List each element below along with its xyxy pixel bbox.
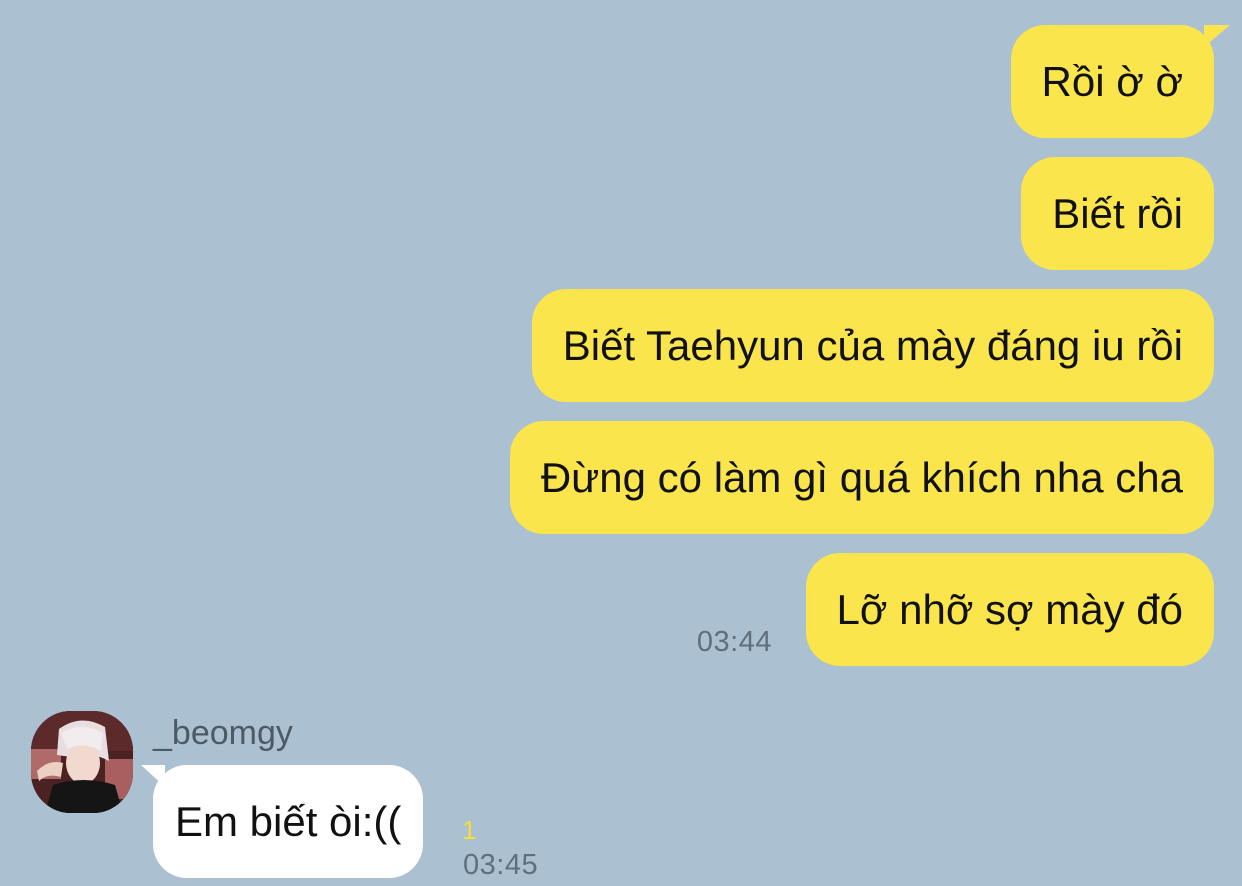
chat-area[interactable]: Rồi ờ ờ Biết rồi Biết Taehyun của mày đá… [0, 0, 1242, 886]
outgoing-message-bubble[interactable]: Lỡ nhỡ sợ mày đó [805, 553, 1214, 666]
avatar-image [31, 711, 133, 813]
incoming-message-bubble[interactable]: Em biết òi:(( [140, 765, 424, 878]
outgoing-message-bubble[interactable]: Biết rồi [1021, 157, 1214, 270]
unread-count: 1 [462, 815, 477, 845]
sender-avatar[interactable] [31, 711, 133, 813]
sender-name: _beomgy [153, 714, 293, 752]
outgoing-message-bubble[interactable]: Đừng có làm gì quá khích nha cha [509, 421, 1214, 534]
outgoing-message-bubble[interactable]: Rồi ờ ờ [1010, 25, 1231, 138]
outgoing-message-bubble[interactable]: Biết Taehyun của mày đáng iu rồi [531, 289, 1214, 402]
message-timestamp: 03:45 [463, 849, 539, 881]
message-timestamp: 03:44 [696, 626, 772, 658]
